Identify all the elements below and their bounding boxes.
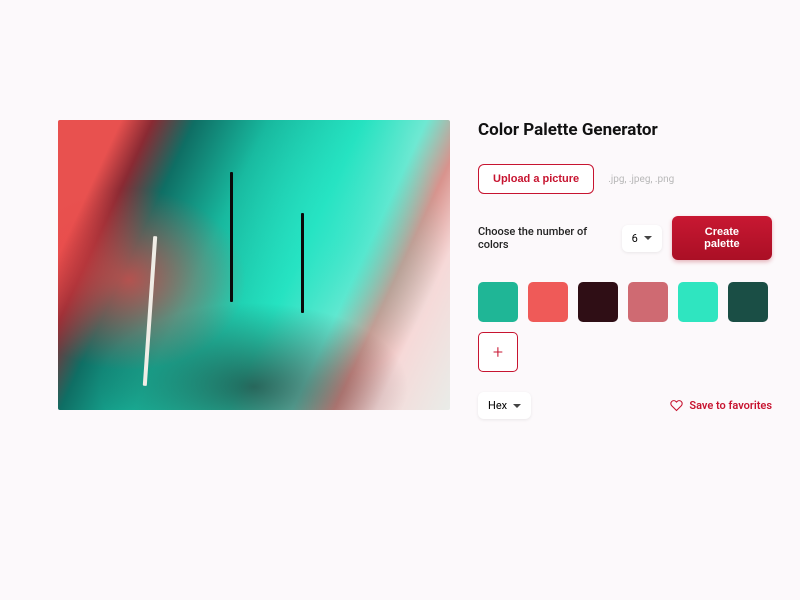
upload-row: Upload a picture .jpg, .jpeg, .png bbox=[478, 164, 772, 194]
chevron-down-icon bbox=[513, 404, 521, 408]
bottom-row: Hex Save to favorites bbox=[478, 392, 772, 419]
swatch-6[interactable] bbox=[728, 282, 768, 322]
color-count-label: Choose the number of colors bbox=[478, 225, 612, 251]
upload-button[interactable]: Upload a picture bbox=[478, 164, 594, 194]
add-swatch-button[interactable]: + bbox=[478, 332, 518, 372]
color-count-select[interactable]: 6 bbox=[622, 225, 662, 252]
palette-swatches: + bbox=[478, 282, 772, 372]
color-format-value: Hex bbox=[488, 399, 507, 412]
app-root: Color Palette Generator Upload a picture… bbox=[0, 0, 800, 419]
color-format-select[interactable]: Hex bbox=[478, 392, 531, 419]
create-palette-button[interactable]: Create palette bbox=[672, 216, 772, 260]
swatch-1[interactable] bbox=[478, 282, 518, 322]
image-preview bbox=[58, 120, 450, 410]
plus-icon: + bbox=[493, 342, 503, 363]
file-types-hint: .jpg, .jpeg, .png bbox=[608, 174, 674, 185]
color-count-value: 6 bbox=[632, 232, 638, 245]
controls-panel: Color Palette Generator Upload a picture… bbox=[478, 120, 772, 419]
swatch-3[interactable] bbox=[578, 282, 618, 322]
chevron-down-icon bbox=[644, 236, 652, 240]
swatch-2[interactable] bbox=[528, 282, 568, 322]
heart-icon bbox=[670, 399, 683, 412]
color-count-row: Choose the number of colors 6 Create pal… bbox=[478, 216, 772, 260]
swatch-4[interactable] bbox=[628, 282, 668, 322]
swatch-5[interactable] bbox=[678, 282, 718, 322]
page-title: Color Palette Generator bbox=[478, 120, 772, 140]
save-to-favorites-button[interactable]: Save to favorites bbox=[670, 399, 772, 412]
save-to-favorites-label: Save to favorites bbox=[689, 399, 772, 412]
